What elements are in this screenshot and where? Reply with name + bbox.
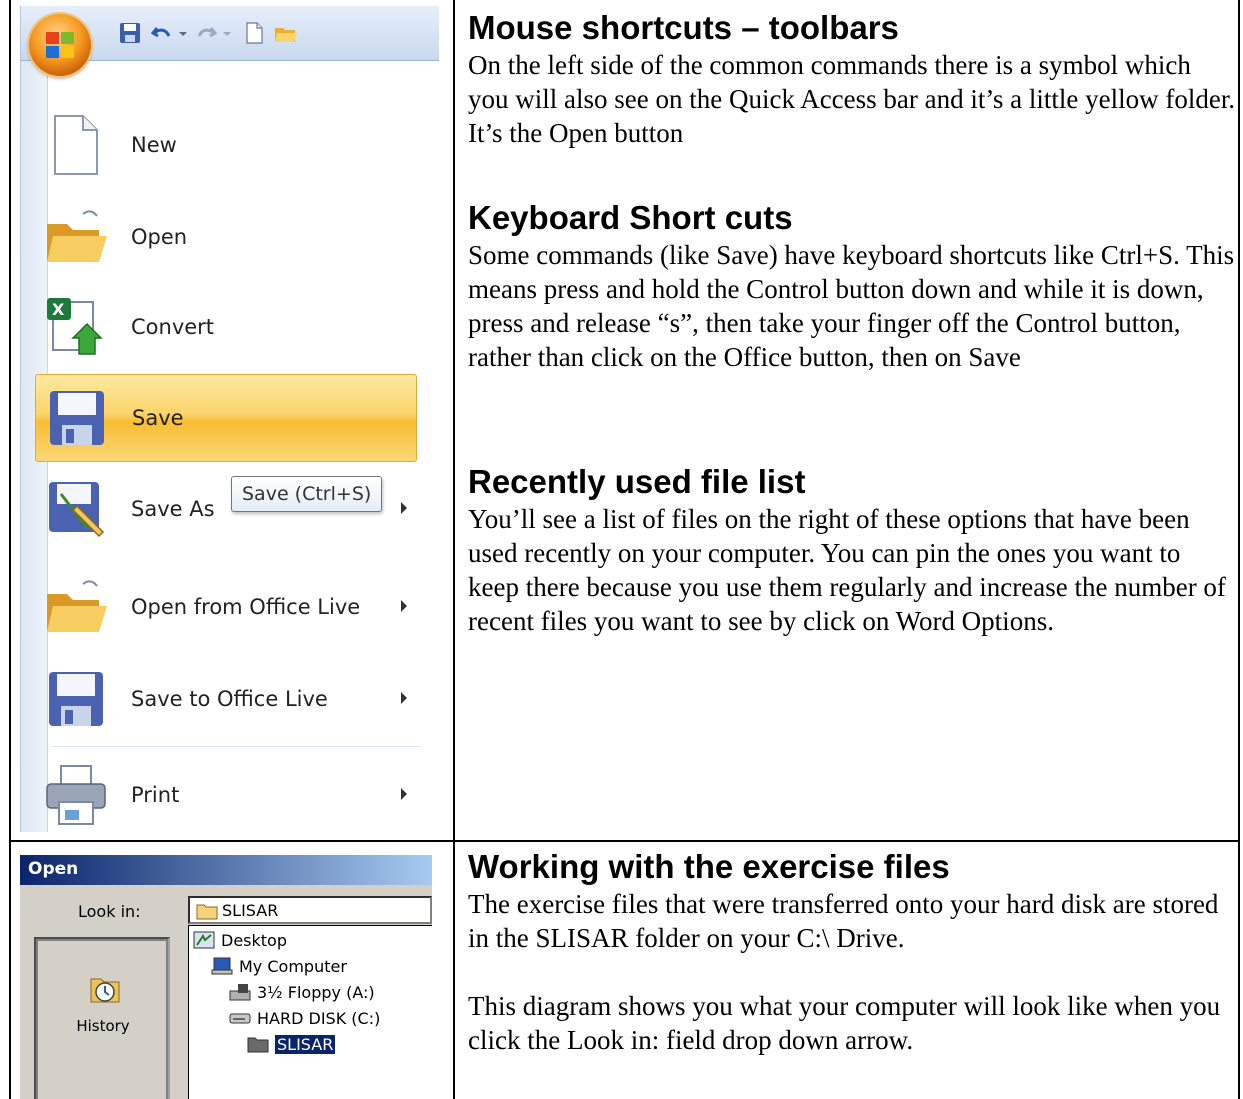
list-item-my-computer[interactable]: My Computer bbox=[211, 954, 347, 978]
menu-item-label: New bbox=[131, 133, 177, 157]
submenu-arrow-icon bbox=[401, 692, 407, 704]
chevron-down-icon[interactable] bbox=[221, 20, 233, 46]
menu-item-save-to-office-live[interactable]: Save to Office Live bbox=[35, 656, 415, 742]
open-folder-icon[interactable] bbox=[273, 20, 299, 46]
menu-item-label: Save bbox=[132, 406, 184, 430]
list-item-slisar[interactable]: SLISAR bbox=[247, 1032, 336, 1056]
dialog-title: Open bbox=[28, 859, 79, 879]
list-item-label: 3½ Floppy (A:) bbox=[257, 982, 375, 1002]
folder-icon bbox=[196, 904, 218, 920]
tooltip: Save (Ctrl+S) bbox=[231, 476, 383, 512]
section-heading: Working with the exercise files bbox=[468, 848, 950, 885]
open-dialog-screenshot: Open Look in: SLISAR History Desktop My … bbox=[20, 855, 432, 1099]
section-body: The exercise files that were transferred… bbox=[468, 889, 1219, 953]
section-heading: Keyboard Short cuts bbox=[468, 199, 793, 236]
menu-separator bbox=[51, 746, 421, 747]
submenu-arrow-icon bbox=[401, 788, 407, 800]
dialog-titlebar: Open bbox=[20, 855, 432, 885]
new-document-icon bbox=[54, 115, 98, 175]
save-icon bbox=[49, 672, 103, 726]
office-menu-screenshot: New Open X Convert Save Save As Save (Ct… bbox=[20, 6, 439, 832]
list-item-desktop[interactable]: Desktop bbox=[193, 928, 287, 952]
list-item-label: Desktop bbox=[221, 930, 287, 950]
office-button[interactable] bbox=[29, 14, 91, 76]
table-border-middle bbox=[453, 0, 455, 1099]
menu-item-label: Save to Office Live bbox=[131, 687, 328, 711]
menu-item-label: Save As bbox=[131, 497, 215, 521]
hard-disk-icon bbox=[229, 1013, 251, 1024]
look-in-value: SLISAR bbox=[222, 901, 279, 920]
section-mouse-shortcuts: Mouse shortcuts – toolbars On the left s… bbox=[468, 10, 1238, 150]
save-as-icon bbox=[49, 482, 105, 538]
chevron-down-icon[interactable] bbox=[177, 20, 189, 46]
menu-item-label: Open from Office Live bbox=[131, 595, 361, 619]
new-document-icon[interactable] bbox=[241, 20, 267, 46]
save-icon bbox=[50, 391, 104, 445]
section-body: Some commands (like Save) have keyboard … bbox=[468, 240, 1235, 372]
menu-item-label: Open bbox=[131, 225, 188, 249]
floppy-icon bbox=[229, 984, 251, 1001]
table-row-divider bbox=[9, 840, 1240, 842]
save-icon[interactable] bbox=[117, 20, 143, 46]
look-in-dropdown-list: Desktop My Computer 3½ Floppy (A:) HARD … bbox=[188, 925, 432, 1099]
places-bar-inner: History bbox=[38, 941, 166, 1099]
menu-item-new[interactable]: New bbox=[35, 102, 415, 188]
table-border-right bbox=[1238, 0, 1240, 1099]
list-item-label: HARD DISK (C:) bbox=[257, 1008, 381, 1028]
menu-item-print[interactable]: Print bbox=[35, 752, 415, 832]
history-icon[interactable] bbox=[88, 971, 122, 1005]
convert-icon: X bbox=[47, 298, 103, 355]
list-item-label: SLISAR bbox=[275, 1034, 336, 1054]
places-history-label[interactable]: History bbox=[38, 1017, 168, 1035]
table-border-left bbox=[9, 0, 11, 1099]
section-exercise-files: Working with the exercise files The exer… bbox=[468, 849, 1238, 1057]
menu-item-convert[interactable]: X Convert bbox=[35, 284, 415, 370]
open-folder-icon bbox=[47, 210, 107, 262]
look-in-label: Look in: bbox=[78, 902, 141, 921]
section-heading: Mouse shortcuts – toolbars bbox=[468, 9, 899, 46]
section-body: On the left side of the common commands … bbox=[468, 50, 1236, 148]
open-folder-icon bbox=[47, 580, 107, 632]
undo-icon[interactable] bbox=[149, 20, 175, 46]
list-item-floppy[interactable]: 3½ Floppy (A:) bbox=[229, 980, 375, 1004]
computer-icon bbox=[211, 957, 233, 975]
desktop-icon bbox=[193, 931, 215, 949]
menu-item-save[interactable]: Save bbox=[35, 374, 417, 462]
redo-icon[interactable] bbox=[193, 20, 219, 46]
section-body-2: This diagram shows you what your compute… bbox=[468, 991, 1221, 1055]
list-item-label: My Computer bbox=[239, 956, 347, 976]
folder-icon bbox=[247, 1037, 269, 1053]
printer-icon bbox=[46, 765, 106, 825]
submenu-arrow-icon bbox=[401, 600, 407, 612]
menu-item-open[interactable]: Open bbox=[35, 194, 415, 280]
office-logo-icon bbox=[46, 32, 74, 58]
menu-item-open-from-office-live[interactable]: Open from Office Live bbox=[35, 564, 415, 650]
look-in-dropdown[interactable]: SLISAR bbox=[188, 896, 432, 924]
places-bar: History bbox=[34, 937, 170, 1099]
menu-item-label: Print bbox=[131, 783, 180, 807]
submenu-arrow-icon bbox=[401, 502, 407, 514]
menu-item-label: Convert bbox=[131, 315, 215, 339]
section-body: You’ll see a list of files on the right … bbox=[468, 504, 1226, 636]
section-recently-used: Recently used file list You’ll see a lis… bbox=[468, 464, 1238, 638]
svg-text:X: X bbox=[52, 300, 65, 319]
section-heading: Recently used file list bbox=[468, 463, 806, 500]
section-keyboard-shortcuts: Keyboard Short cuts Some commands (like … bbox=[468, 200, 1238, 374]
list-item-hard-disk[interactable]: HARD DISK (C:) bbox=[229, 1006, 380, 1030]
